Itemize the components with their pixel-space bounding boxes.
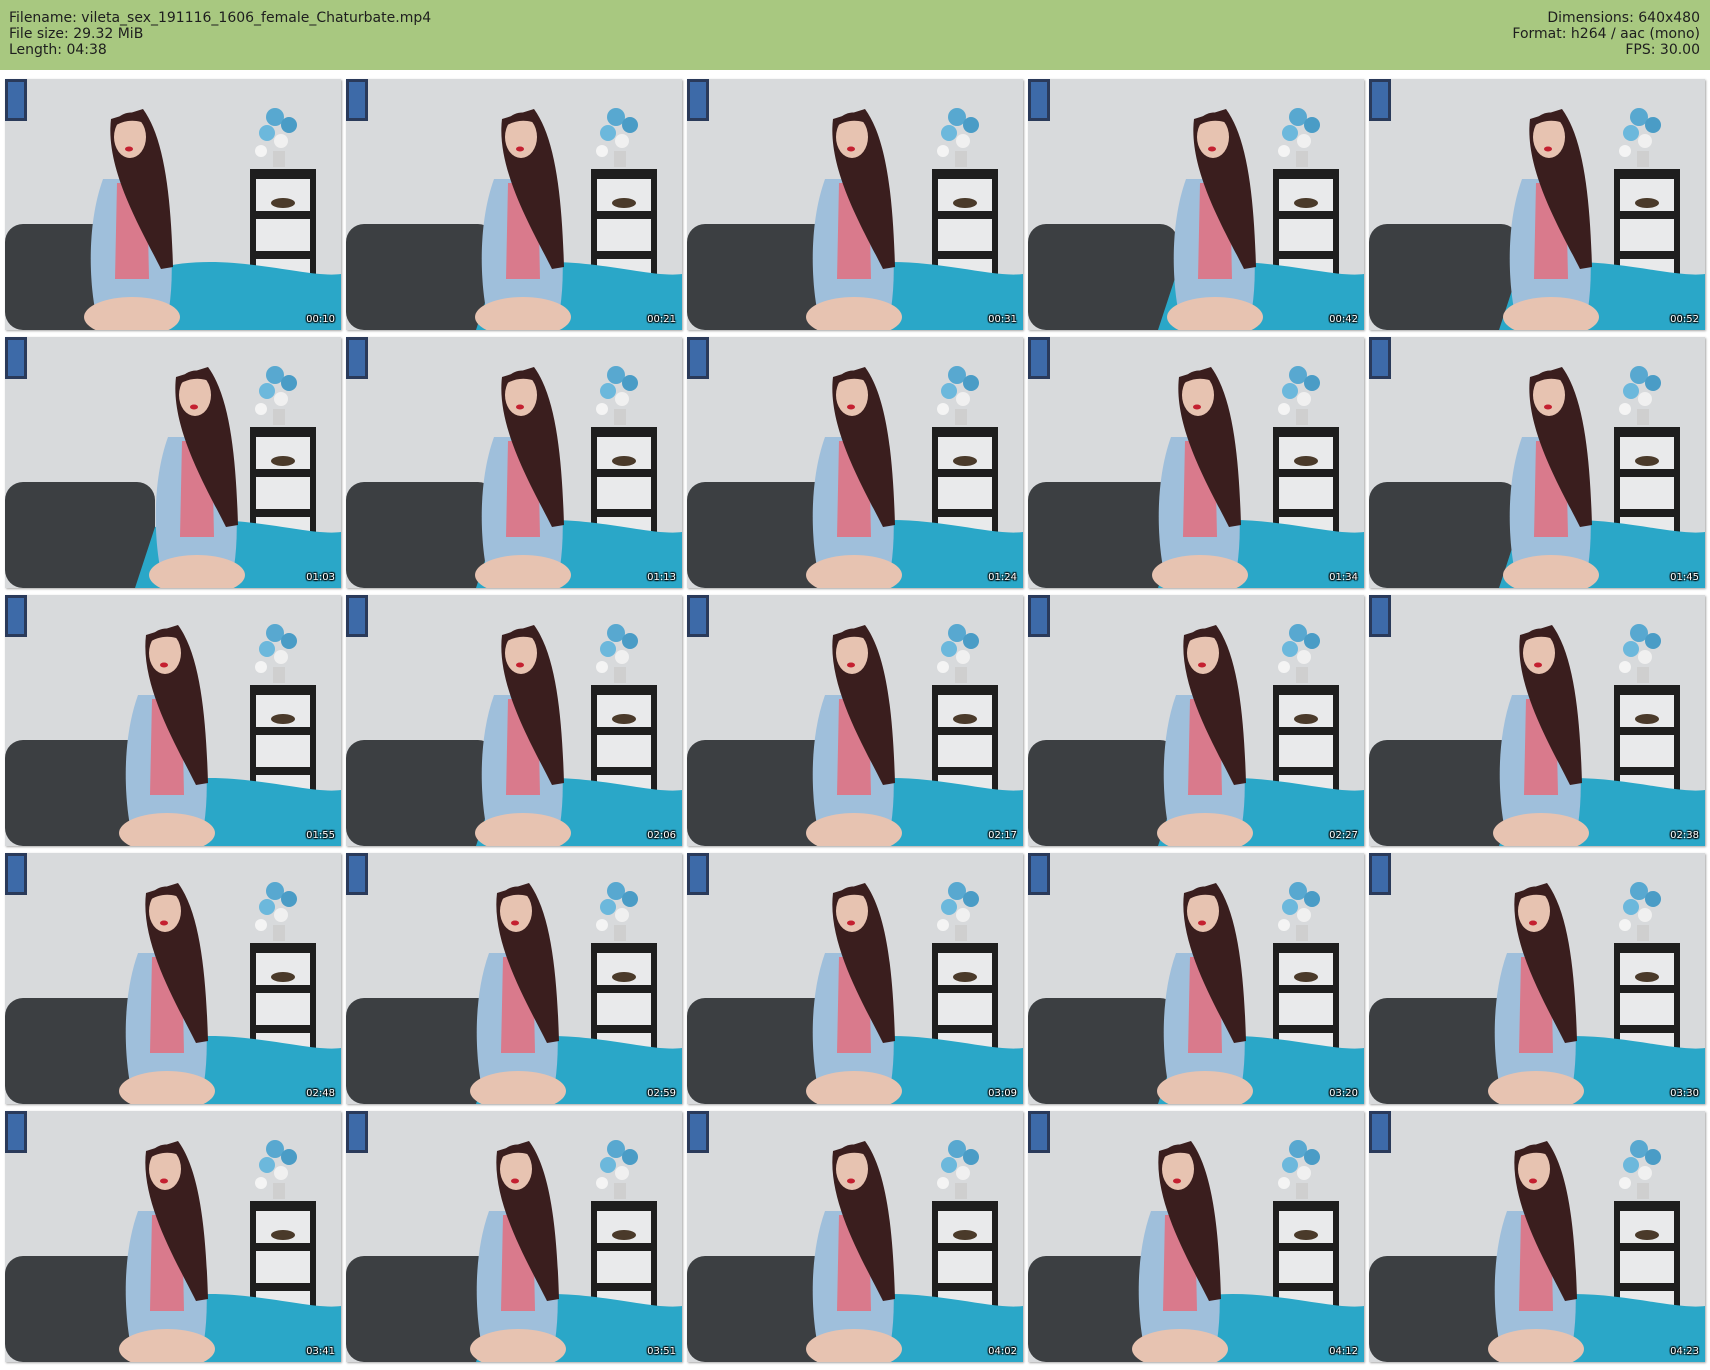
thumbnail-frame: [346, 853, 682, 1104]
video-thumbnail[interactable]: 00:10: [5, 79, 341, 330]
timestamp-label: 04:23: [1670, 1346, 1699, 1357]
thumbnail-frame: [1028, 79, 1364, 330]
thumbnail-frame: [346, 337, 682, 588]
timestamp-label: 03:20: [1329, 1088, 1358, 1099]
file-info: Filename: vileta_sex_191116_1606_female_…: [9, 10, 431, 58]
format-label: Format: h264 / aac (mono): [1512, 26, 1700, 42]
timestamp-label: 01:55: [306, 830, 335, 841]
video-thumbnail[interactable]: 02:38: [1369, 595, 1705, 846]
timestamp-label: 00:42: [1329, 314, 1358, 325]
thumbnail-frame: [5, 595, 341, 846]
timestamp-label: 00:10: [306, 314, 335, 325]
thumbnail-frame: [1369, 1111, 1705, 1362]
thumbnail-frame: [687, 595, 1023, 846]
timestamp-label: 03:41: [306, 1346, 335, 1357]
video-thumbnail[interactable]: 04:12: [1028, 1111, 1364, 1362]
filename-label: Filename: vileta_sex_191116_1606_female_…: [9, 10, 432, 26]
thumbnail-frame: [1028, 595, 1364, 846]
video-thumbnail[interactable]: 00:52: [1369, 79, 1705, 330]
thumbnail-frame: [5, 79, 341, 330]
timestamp-label: 01:03: [306, 572, 335, 583]
video-thumbnail[interactable]: 02:48: [5, 853, 341, 1104]
video-thumbnail[interactable]: 00:21: [346, 79, 682, 330]
video-thumbnail[interactable]: 02:17: [687, 595, 1023, 846]
video-thumbnail[interactable]: 04:23: [1369, 1111, 1705, 1362]
thumbnail-frame: [1369, 853, 1705, 1104]
video-thumbnail[interactable]: 02:06: [346, 595, 682, 846]
timestamp-label: 00:52: [1670, 314, 1699, 325]
timestamp-label: 00:31: [988, 314, 1017, 325]
thumbnail-frame: [687, 1111, 1023, 1362]
timestamp-label: 01:13: [647, 572, 676, 583]
video-thumbnail[interactable]: 03:30: [1369, 853, 1705, 1104]
timestamp-label: 02:06: [647, 830, 676, 841]
video-thumbnail[interactable]: 03:20: [1028, 853, 1364, 1104]
thumbnail-frame: [1369, 595, 1705, 846]
thumbnail-frame: [346, 79, 682, 330]
thumbnail-grid: 00:10 00:21 00:31 00:42 00:52 01:03 01:13 01:24…: [5, 79, 1705, 1364]
video-thumbnail[interactable]: 01:34: [1028, 337, 1364, 588]
video-thumbnail[interactable]: 02:27: [1028, 595, 1364, 846]
video-thumbnail[interactable]: 02:59: [346, 853, 682, 1104]
video-info: Dimensions: 640x480 Format: h264 / aac (…: [1512, 10, 1700, 58]
thumbnail-frame: [1028, 853, 1364, 1104]
video-thumbnail[interactable]: 03:41: [5, 1111, 341, 1362]
thumbnail-frame: [5, 337, 341, 588]
timestamp-label: 02:48: [306, 1088, 335, 1099]
timestamp-label: 02:17: [988, 830, 1017, 841]
video-thumbnail[interactable]: 03:09: [687, 853, 1023, 1104]
video-thumbnail[interactable]: 01:24: [687, 337, 1023, 588]
info-header: Filename: vileta_sex_191116_1606_female_…: [0, 0, 1710, 70]
thumbnail-frame: [687, 337, 1023, 588]
thumbnail-frame: [5, 853, 341, 1104]
timestamp-label: 00:21: [647, 314, 676, 325]
file-size-label: File size: 29.32 MiB: [9, 26, 144, 42]
thumbnail-frame: [1369, 79, 1705, 330]
video-thumbnail[interactable]: 00:31: [687, 79, 1023, 330]
video-thumbnail[interactable]: 01:45: [1369, 337, 1705, 588]
thumbnail-frame: [1028, 1111, 1364, 1362]
length-label: Length: 04:38: [9, 42, 107, 58]
video-thumbnail[interactable]: 01:55: [5, 595, 341, 846]
timestamp-label: 02:59: [647, 1088, 676, 1099]
dimensions-label: Dimensions: 640x480: [1547, 10, 1700, 26]
video-thumbnail[interactable]: 01:03: [5, 337, 341, 588]
timestamp-label: 01:24: [988, 572, 1017, 583]
fps-label: FPS: 30.00: [1625, 42, 1700, 58]
video-thumbnail[interactable]: 04:02: [687, 1111, 1023, 1362]
timestamp-label: 03:09: [988, 1088, 1017, 1099]
timestamp-label: 01:34: [1329, 572, 1358, 583]
timestamp-label: 01:45: [1670, 572, 1699, 583]
video-thumbnail[interactable]: 03:51: [346, 1111, 682, 1362]
timestamp-label: 03:30: [1670, 1088, 1699, 1099]
timestamp-label: 03:51: [647, 1346, 676, 1357]
timestamp-label: 02:27: [1329, 830, 1358, 841]
thumbnail-frame: [1369, 337, 1705, 588]
thumbnail-frame: [346, 1111, 682, 1362]
timestamp-label: 02:38: [1670, 830, 1699, 841]
timestamp-label: 04:12: [1329, 1346, 1358, 1357]
thumbnail-frame: [5, 1111, 341, 1362]
thumbnail-frame: [687, 79, 1023, 330]
thumbnail-frame: [687, 853, 1023, 1104]
video-thumbnail[interactable]: 01:13: [346, 337, 682, 588]
timestamp-label: 04:02: [988, 1346, 1017, 1357]
thumbnail-frame: [1028, 337, 1364, 588]
video-thumbnail[interactable]: 00:42: [1028, 79, 1364, 330]
thumbnail-frame: [346, 595, 682, 846]
